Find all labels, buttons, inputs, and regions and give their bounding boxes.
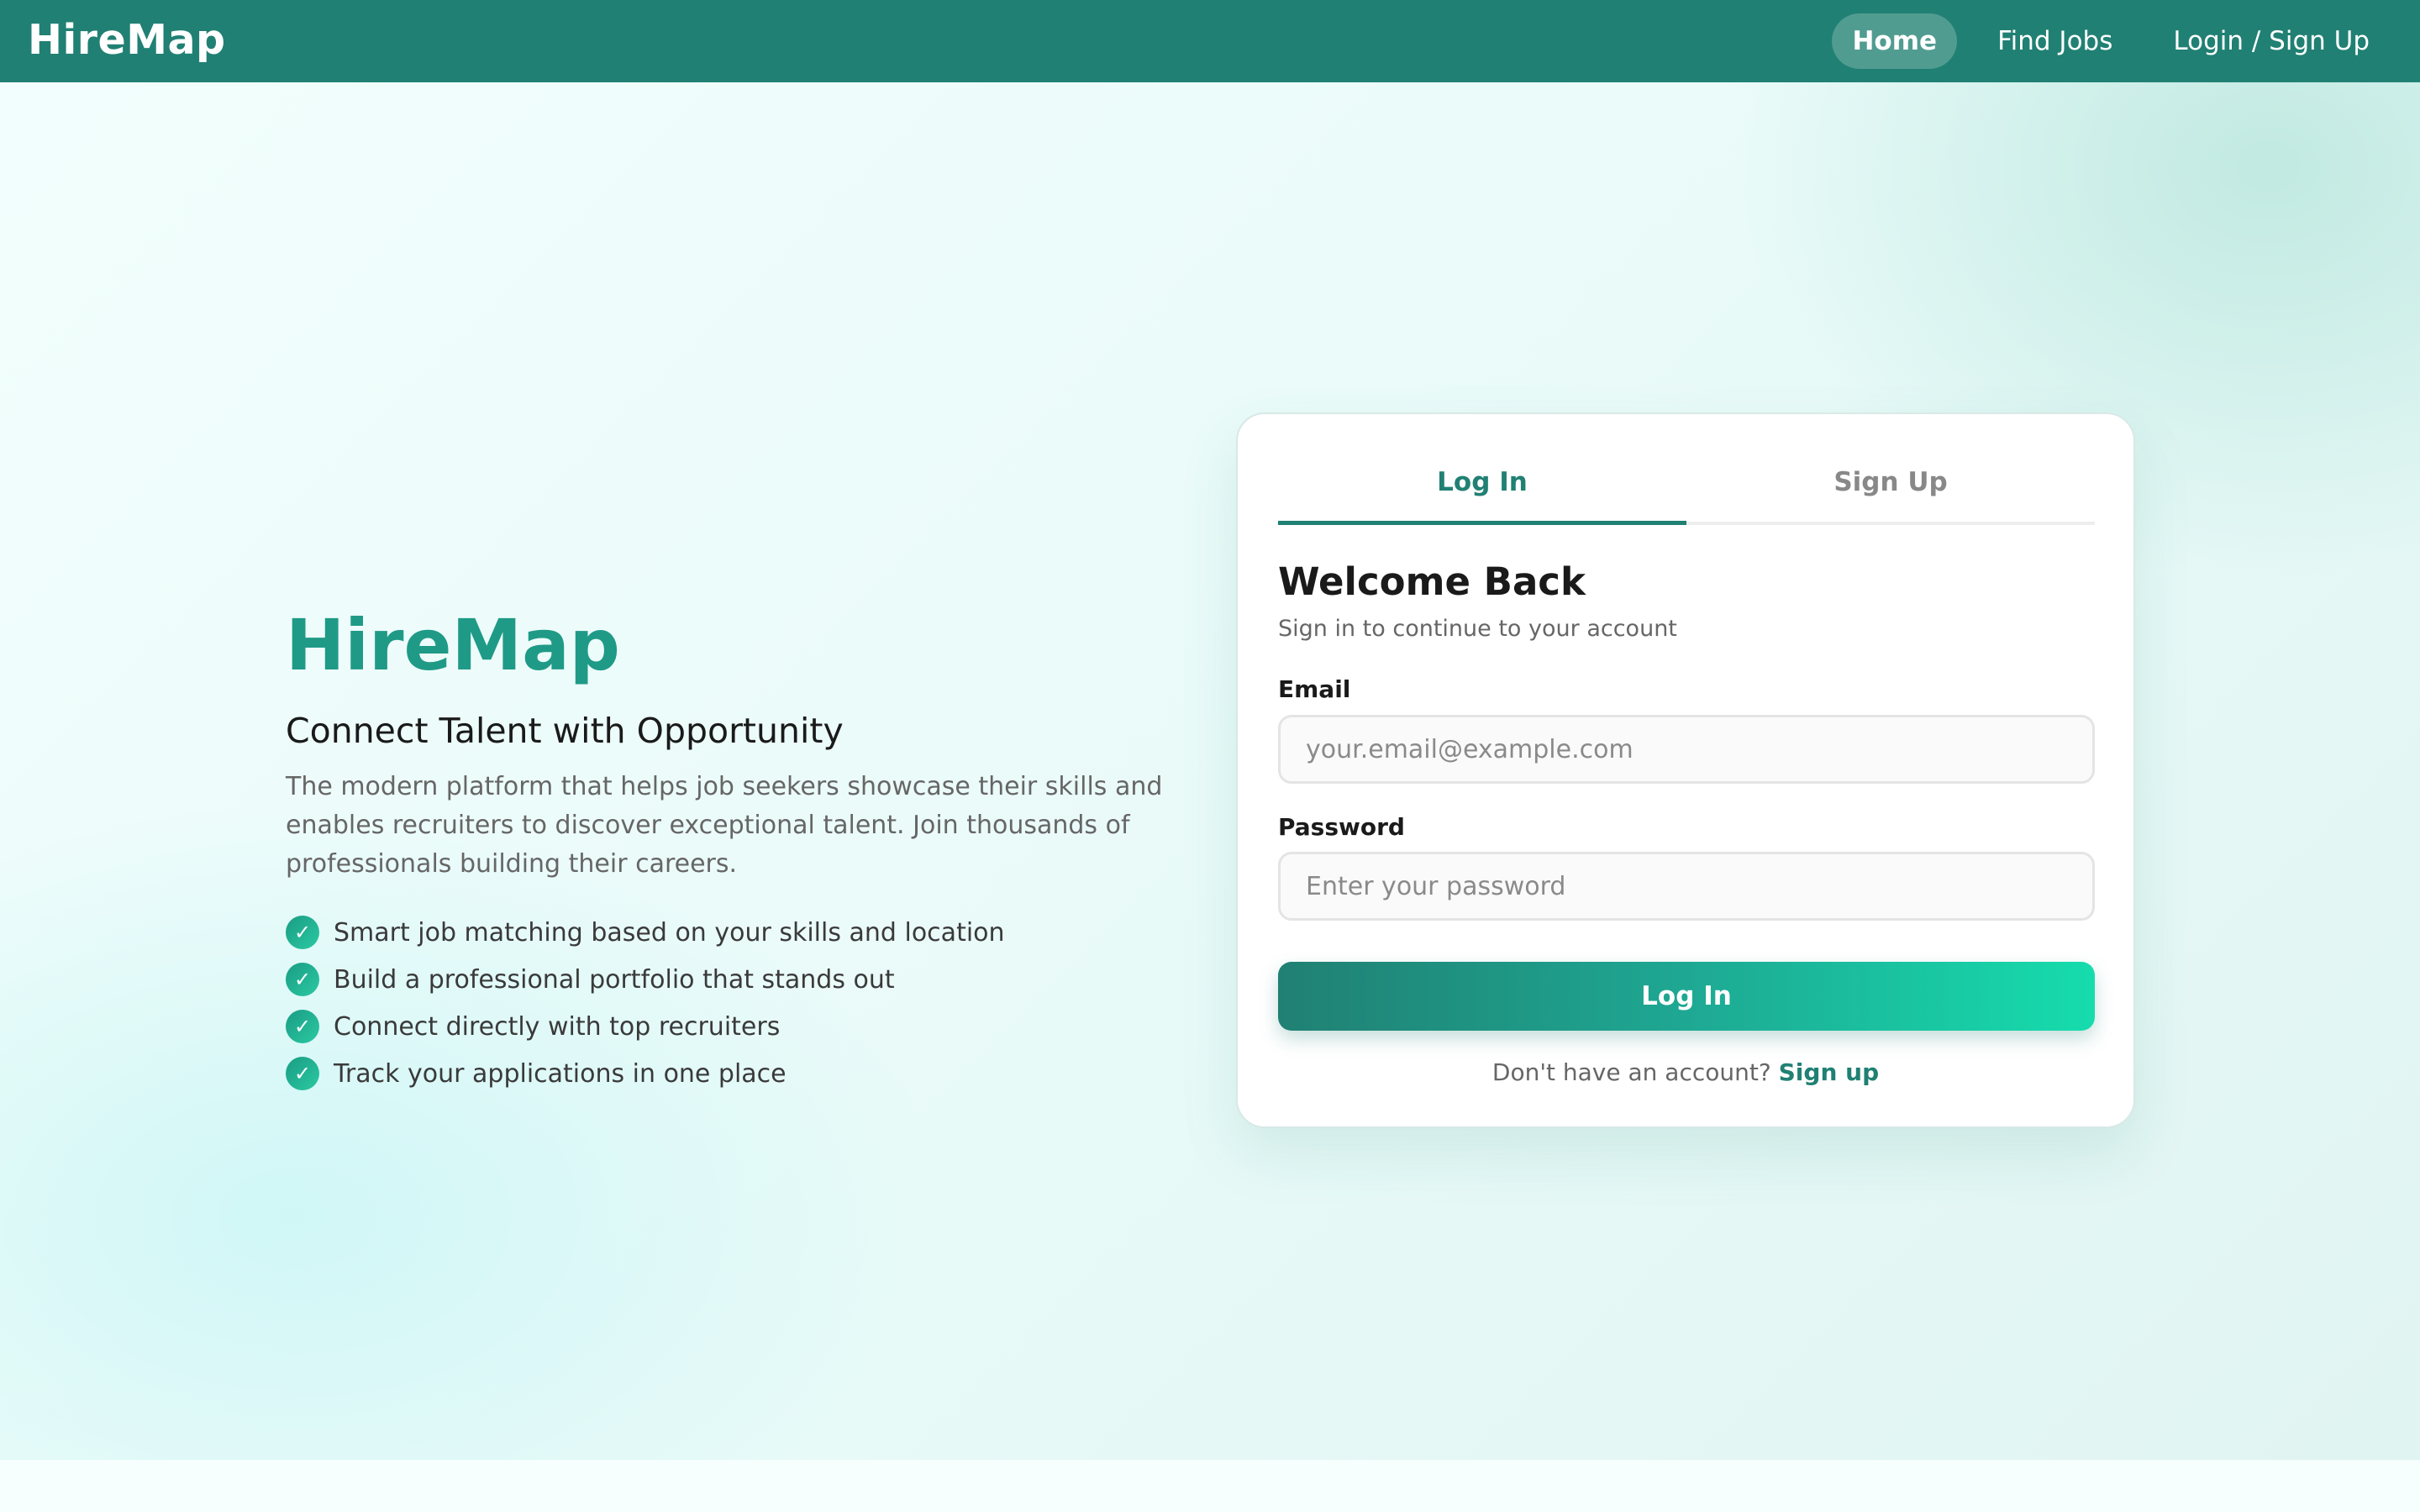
auth-card: Log In Sign Up Welcome Back Sign in to c…: [1236, 412, 2135, 1128]
feature-text: Smart job matching based on your skills …: [334, 917, 1005, 948]
feature-text: Track your applications in one place: [334, 1058, 786, 1089]
feature-text: Connect directly with top recruiters: [334, 1011, 781, 1042]
feature-item: ✓ Build a professional portfolio that st…: [286, 956, 1193, 1003]
check-icon: ✓: [286, 1057, 319, 1090]
password-field[interactable]: [1278, 852, 2095, 921]
card-title: Welcome Back: [1278, 559, 1586, 604]
email-label: Email: [1278, 675, 1351, 703]
switch-text: Don't have an account?: [1491, 1058, 1771, 1086]
hero-intro: HireMap Connect Talent with Opportunity …: [286, 603, 1193, 1110]
check-icon: ✓: [286, 1010, 319, 1043]
footer-strip: [0, 1460, 2420, 1512]
nav-links: Home Find Jobs Login / Sign Up: [1812, 13, 2390, 69]
hero-title: HireMap: [286, 604, 620, 686]
hero-subtitle: Connect Talent with Opportunity: [286, 711, 844, 751]
hero-description: The modern platform that helps job seeke…: [286, 772, 1163, 879]
feature-text: Build a professional portfolio that stan…: [334, 964, 895, 995]
check-icon: ✓: [286, 963, 319, 996]
email-field[interactable]: [1278, 715, 2095, 784]
brand-logo[interactable]: HireMap: [28, 12, 226, 69]
check-icon: ✓: [286, 916, 319, 949]
switch-account-line: Don't have an account? Sign up: [1238, 1056, 2133, 1089]
password-label: Password: [1278, 813, 1405, 841]
tab-sign-up[interactable]: Sign Up: [1686, 453, 2095, 522]
tab-log-in[interactable]: Log In: [1278, 453, 1686, 525]
feature-item: ✓ Track your applications in one place: [286, 1050, 1193, 1097]
sign-up-link[interactable]: Sign up: [1779, 1058, 1879, 1086]
nav-link-home[interactable]: Home: [1832, 13, 1958, 69]
nav-link-login-signup[interactable]: Login / Sign Up: [2153, 13, 2390, 69]
card-subtitle: Sign in to continue to your account: [1278, 616, 1677, 642]
log-in-button[interactable]: Log In: [1278, 962, 2095, 1031]
auth-tabs: Log In Sign Up: [1278, 453, 2095, 525]
feature-item: ✓ Connect directly with top recruiters: [286, 1003, 1193, 1050]
feature-list: ✓ Smart job matching based on your skill…: [286, 909, 1193, 1097]
feature-item: ✓ Smart job matching based on your skill…: [286, 909, 1193, 956]
top-navbar: HireMap Home Find Jobs Login / Sign Up: [0, 0, 2420, 82]
nav-link-find-jobs[interactable]: Find Jobs: [1977, 13, 2133, 69]
